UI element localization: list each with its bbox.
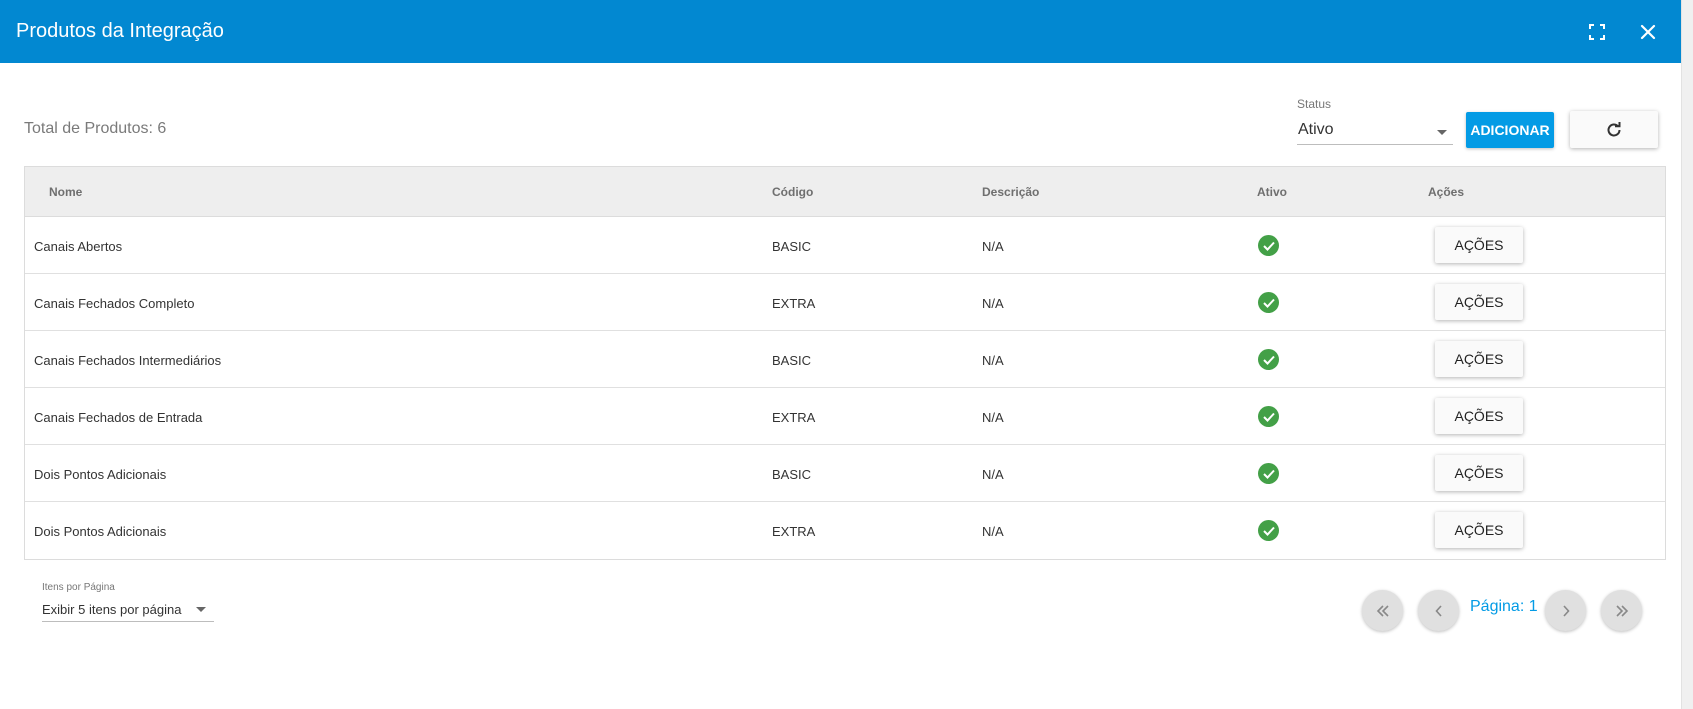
cell-nome: Canais Fechados Completo (34, 296, 195, 311)
check-circle-icon (1258, 292, 1279, 313)
cell-descricao: N/A (982, 467, 1004, 482)
table-row: Dois Pontos Adicionais BASIC N/A AÇÕES (25, 445, 1665, 502)
dialog: Produtos da Integração Total de Produtos… (0, 0, 1693, 709)
table-row: Canais Fechados Completo EXTRA N/A AÇÕES (25, 274, 1665, 331)
cell-descricao: N/A (982, 353, 1004, 368)
cell-codigo: EXTRA (772, 410, 816, 425)
col-header-nome[interactable]: Nome (49, 185, 82, 199)
col-header-acoes: Ações (1428, 185, 1465, 199)
cell-nome: Dois Pontos Adicionais (34, 524, 167, 539)
total-products: Total de Produtos: 6 (24, 120, 167, 137)
cell-descricao: N/A (982, 239, 1004, 254)
fullscreen-icon (1589, 24, 1605, 40)
double-chevron-left-icon (1376, 604, 1389, 617)
table-row: Canais Fechados Intermediários BASIC N/A… (25, 331, 1665, 388)
chevron-left-icon (1434, 604, 1442, 617)
cell-codigo: EXTRA (772, 296, 816, 311)
check-circle-icon (1258, 349, 1279, 370)
fullscreen-button[interactable] (1579, 14, 1615, 50)
items-per-page-value: Exibir 5 itens por página (42, 602, 182, 617)
chevron-right-icon (1562, 604, 1570, 617)
cell-codigo: EXTRA (772, 524, 816, 539)
actions-button[interactable]: AÇÕES (1435, 341, 1523, 377)
status-label: Status (1297, 97, 1332, 111)
table-row: Canais Abertos BASIC N/A AÇÕES (25, 217, 1665, 274)
table-row: Dois Pontos Adicionais EXTRA N/A AÇÕES (25, 502, 1665, 559)
cell-codigo: BASIC (772, 353, 812, 368)
items-per-page: Itens por Página Exibir 5 itens por pági… (42, 582, 214, 622)
refresh-button[interactable] (1570, 111, 1658, 148)
actions-button[interactable]: AÇÕES (1435, 455, 1523, 491)
close-button[interactable] (1630, 14, 1666, 50)
dialog-header: Produtos da Integração (0, 0, 1681, 63)
add-button[interactable]: ADICIONAR (1466, 112, 1554, 148)
last-page-button[interactable] (1601, 590, 1642, 631)
status-filter: Status Ativo (1297, 97, 1453, 145)
actions-button[interactable]: AÇÕES (1435, 227, 1523, 263)
close-icon (1640, 24, 1656, 40)
page-scrollbar[interactable] (1681, 0, 1693, 709)
prev-page-button[interactable] (1418, 590, 1459, 631)
page-indicator: Página: 1 (1470, 598, 1538, 615)
items-per-page-select[interactable]: Exibir 5 itens por página (42, 598, 214, 622)
cell-nome: Canais Fechados de Entrada (34, 410, 203, 425)
products-table: Nome Código Descrição Ativo Ações Canais… (24, 166, 1666, 560)
cell-nome: Canais Abertos (34, 239, 123, 254)
status-value: Ativo (1298, 121, 1334, 138)
next-page-button[interactable] (1545, 590, 1586, 631)
cell-descricao: N/A (982, 296, 1004, 311)
check-circle-icon (1258, 463, 1279, 484)
col-header-descricao[interactable]: Descrição (982, 185, 1039, 199)
actions-button[interactable]: AÇÕES (1435, 512, 1523, 548)
check-circle-icon (1258, 406, 1279, 427)
dialog-title: Produtos da Integração (16, 20, 224, 42)
cell-descricao: N/A (982, 410, 1004, 425)
status-select[interactable]: Ativo (1297, 117, 1453, 145)
check-circle-icon (1258, 235, 1279, 256)
items-per-page-label: Itens por Página (42, 582, 115, 593)
cell-nome: Dois Pontos Adicionais (34, 467, 167, 482)
cell-nome: Canais Fechados Intermediários (34, 353, 222, 368)
first-page-button[interactable] (1362, 590, 1403, 631)
table-header: Nome Código Descrição Ativo Ações (25, 167, 1665, 217)
dropdown-caret-icon (196, 607, 206, 612)
double-chevron-right-icon (1615, 604, 1628, 617)
dropdown-caret-icon (1437, 130, 1447, 135)
check-circle-icon (1258, 520, 1279, 541)
refresh-icon (1607, 121, 1621, 136)
cell-codigo: BASIC (772, 239, 812, 254)
actions-button[interactable]: AÇÕES (1435, 284, 1523, 320)
actions-button[interactable]: AÇÕES (1435, 398, 1523, 434)
cell-descricao: N/A (982, 524, 1004, 539)
col-header-ativo[interactable]: Ativo (1257, 185, 1287, 199)
col-header-codigo[interactable]: Código (772, 185, 813, 199)
cell-codigo: BASIC (772, 467, 812, 482)
table-row: Canais Fechados de Entrada EXTRA N/A AÇÕ… (25, 388, 1665, 445)
